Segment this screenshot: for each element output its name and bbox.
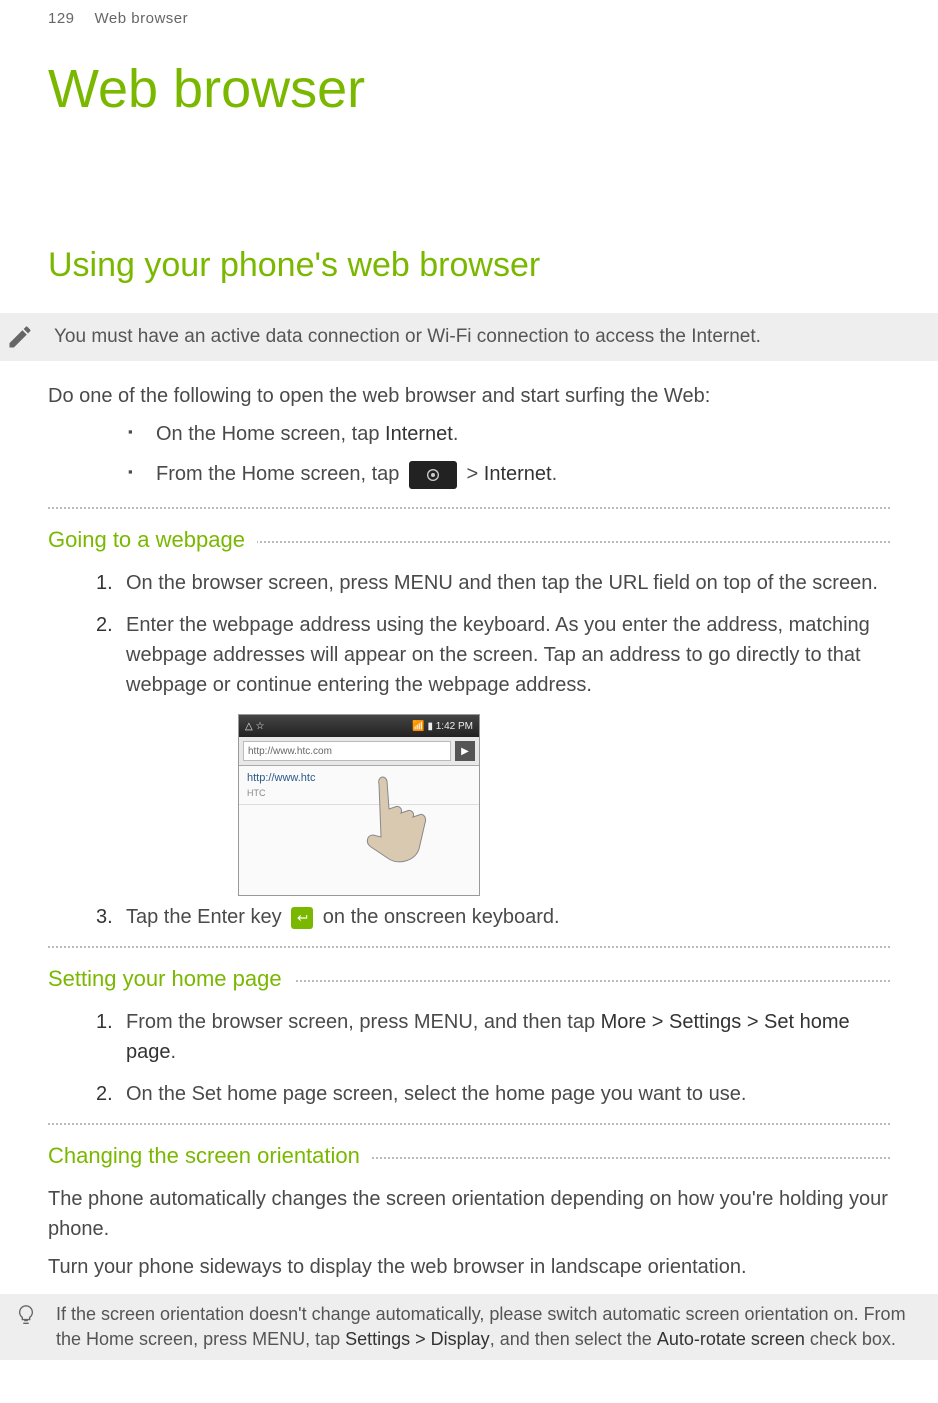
- going-to-webpage-steps: On the browser screen, press MENU and th…: [48, 568, 890, 700]
- list-item: On the Set home page screen, select the …: [96, 1079, 890, 1109]
- divider: [48, 1123, 890, 1125]
- tip-callout: If the screen orientation doesn't change…: [0, 1294, 938, 1360]
- all-apps-icon: [409, 461, 457, 489]
- orientation-paragraph-2: Turn your phone sideways to display the …: [48, 1252, 890, 1282]
- page-header: 129 Web browser: [48, 0, 890, 31]
- going-to-webpage-steps-cont: Tap the Enter key on the onscreen keyboa…: [48, 902, 890, 932]
- go-button-icon: ▶: [455, 741, 475, 761]
- pointing-hand-icon: [359, 769, 439, 869]
- chapter-title: Web browser: [48, 49, 890, 130]
- running-head: Web browser: [95, 8, 189, 31]
- enter-key-icon: [291, 907, 313, 929]
- open-browser-options: On the Home screen, tap Internet. From t…: [48, 419, 890, 489]
- list-item: Enter the webpage address using the keyb…: [96, 610, 890, 700]
- intro-paragraph: Do one of the following to open the web …: [48, 381, 890, 411]
- list-item: On the browser screen, press MENU and th…: [96, 568, 890, 598]
- note-text: You must have an active data connection …: [54, 323, 761, 352]
- list-item: From the browser screen, press MENU, and…: [96, 1007, 890, 1067]
- subsection-setting-home-page: Setting your home page: [48, 962, 294, 995]
- divider: [48, 507, 890, 509]
- tip-text: If the screen orientation doesn't change…: [56, 1302, 924, 1352]
- url-field: http://www.htc.com: [243, 741, 451, 761]
- section-title: Using your phone's web browser: [48, 240, 890, 291]
- subsection-screen-orientation: Changing the screen orientation: [48, 1139, 372, 1172]
- browser-url-screenshot: △ ☆ 📶 ▮ 1:42 PM http://www.htc.com ▶ htt…: [238, 714, 480, 896]
- divider: [48, 946, 890, 948]
- home-page-steps: From the browser screen, press MENU, and…: [48, 1007, 890, 1109]
- note-callout: You must have an active data connection …: [0, 313, 938, 362]
- subsection-going-to-webpage: Going to a webpage: [48, 523, 257, 556]
- list-item: From the Home screen, tap > Internet.: [128, 459, 890, 489]
- page-number: 129: [48, 8, 75, 31]
- pencil-icon: [0, 323, 40, 351]
- list-item: On the Home screen, tap Internet.: [128, 419, 890, 449]
- orientation-paragraph-1: The phone automatically changes the scre…: [48, 1184, 890, 1244]
- list-item: Tap the Enter key on the onscreen keyboa…: [96, 902, 890, 932]
- lightbulb-icon: [6, 1302, 46, 1326]
